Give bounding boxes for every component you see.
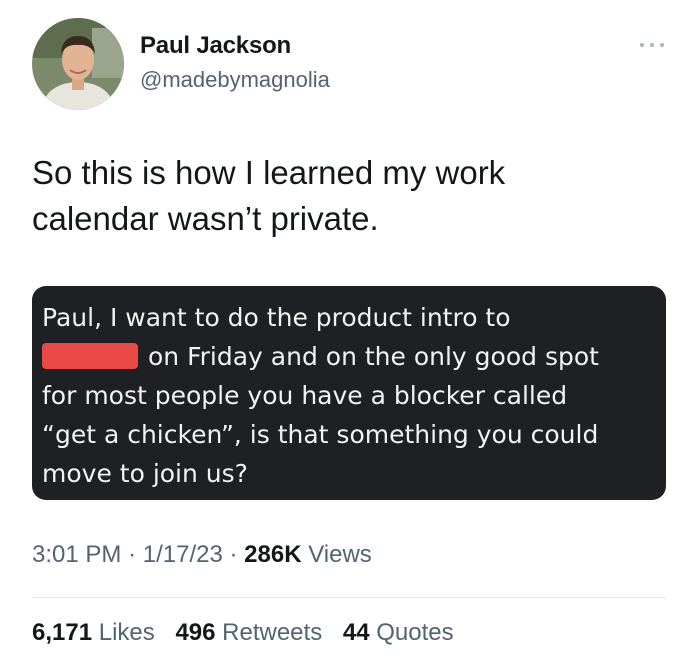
tweet-text-line: So this is how I learned my work (32, 154, 506, 191)
quotes-label: Quotes (376, 619, 454, 646)
quotes-stat[interactable]: 44 Quotes (343, 619, 454, 646)
quotes-count: 44 (342, 619, 370, 646)
profile-photo (32, 18, 124, 110)
quoted-message-line: “get a chicken”, is that something you c… (42, 420, 599, 449)
redaction-bar (42, 343, 138, 369)
separator: · (128, 541, 137, 568)
views-count: 286K (244, 541, 302, 568)
quoted-message-text: on Friday and on the only good spot (148, 342, 599, 371)
likes-count: 6,171 (32, 619, 93, 646)
author-name[interactable]: Paul Jackson (140, 32, 291, 60)
quoted-message-line: for most people you have a blocker calle… (42, 381, 568, 410)
tweet-card: Paul Jackson @madebymagnolia So this is … (0, 0, 700, 666)
likes-stat[interactable]: 6,171 Likes (32, 619, 155, 646)
quoted-message-line: on Friday and on the only good spot (42, 337, 652, 376)
avatar[interactable] (32, 18, 124, 110)
retweets-stat[interactable]: 496 Retweets (175, 619, 322, 646)
likes-label: Likes (98, 619, 155, 646)
quoted-message-line: move to join us? (42, 459, 248, 488)
engagement-stats: 6,171 Likes 496 Retweets 44 Quotes (32, 619, 468, 647)
separator: · (229, 541, 238, 568)
tweet-text-line: calendar wasn’t private. (32, 200, 379, 237)
quoted-message-line: Paul, I want to do the product intro to (42, 303, 511, 332)
retweets-label: Retweets (222, 619, 323, 646)
tweet-date[interactable]: 1/17/23 (143, 541, 223, 568)
tweet-metadata: 3:01 PM · 1/17/23 · 286K Views (32, 541, 372, 569)
author-handle[interactable]: @madebymagnolia (140, 67, 330, 93)
tweet-text: So this is how I learned my work calenda… (32, 150, 662, 242)
quoted-message-image: Paul, I want to do the product intro to … (32, 286, 666, 500)
divider (32, 597, 666, 598)
tweet-time[interactable]: 3:01 PM (32, 541, 121, 568)
views-label: Views (308, 541, 372, 568)
retweets-count: 496 (175, 619, 216, 646)
more-horizontal-icon[interactable] (640, 38, 664, 52)
